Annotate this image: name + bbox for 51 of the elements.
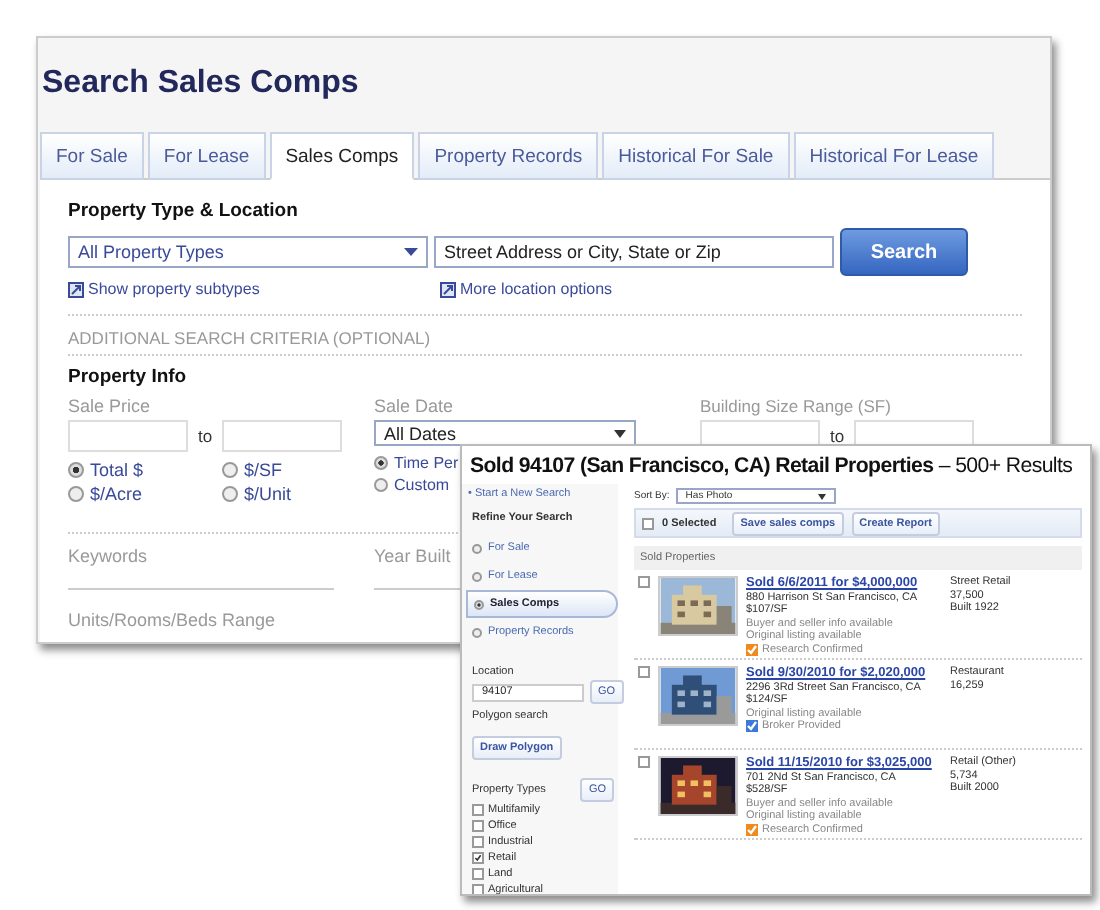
- field-label: Building Size Range (SF): [700, 396, 891, 416]
- link[interactable]: More location options: [460, 280, 613, 298]
- page-title: Search Sales Comps: [40, 64, 361, 104]
- field-label: Year Built: [374, 546, 451, 566]
- tab[interactable]: Historical For Lease: [793, 132, 995, 180]
- price-unit-radio[interactable]: $/Acre: [68, 484, 222, 504]
- tab[interactable]: Sales Comps: [269, 132, 415, 180]
- checkbox[interactable]: [638, 576, 650, 588]
- tab[interactable]: Property Records: [418, 132, 599, 180]
- location-field[interactable]: Street Address or City, State or Zip: [434, 236, 834, 268]
- tab[interactable]: Historical For Sale: [602, 132, 790, 180]
- tab[interactable]: For Lease: [147, 132, 266, 180]
- price-unit-radio[interactable]: $/SF: [222, 460, 376, 480]
- checkbox[interactable]: [638, 756, 650, 768]
- section-heading: Property Type & Location: [68, 200, 300, 222]
- price-unit-radio[interactable]: Total $: [68, 460, 222, 480]
- sale-date-radio[interactable]: Custom: [374, 476, 450, 494]
- tab[interactable]: For Sale: [40, 132, 144, 180]
- checkbox[interactable]: [638, 666, 650, 678]
- results-title: Sold 94107 (San Francisco, CA) Retail Properties – 500+ Results: [468, 452, 1075, 482]
- min-price-field[interactable]: [68, 420, 188, 452]
- field-label: Sale Date: [374, 396, 454, 416]
- checkbox[interactable]: [472, 820, 484, 832]
- field-label: Units/Rooms/Beds Range: [68, 610, 276, 630]
- check-icon: [746, 823, 758, 835]
- price-unit-radio[interactable]: $/Unit: [222, 484, 376, 504]
- field-label: Sale Price: [68, 396, 151, 416]
- max-price-field[interactable]: [222, 420, 343, 452]
- checkbox[interactable]: [472, 804, 484, 816]
- external-link-icon: [440, 281, 456, 297]
- caret-icon: [404, 248, 418, 256]
- checkbox[interactable]: [472, 836, 484, 848]
- field-label: Keywords: [68, 546, 148, 566]
- criteria-heading: ADDITIONAL SEARCH CRITERIA (OPTIONAL): [68, 328, 431, 348]
- sale-date-radio[interactable]: Time Per: [374, 454, 459, 472]
- range-separator: to: [198, 426, 213, 446]
- range-separator: to: [830, 426, 845, 446]
- search-button[interactable]: Search: [840, 228, 968, 276]
- checkbox[interactable]: [472, 868, 484, 880]
- external-link-icon: [68, 281, 84, 297]
- check-icon: [746, 720, 758, 732]
- caret-icon: [614, 429, 626, 437]
- link[interactable]: Show property subtypes: [88, 280, 260, 298]
- sale-date-select[interactable]: All Dates: [374, 420, 636, 446]
- check-icon: [746, 643, 758, 655]
- checkbox[interactable]: [642, 517, 654, 529]
- property-type-select[interactable]: All Property Types: [68, 236, 428, 268]
- checkbox[interactable]: [472, 852, 484, 864]
- section-heading: Property Info: [68, 366, 189, 388]
- checkbox[interactable]: [472, 884, 484, 894]
- caret-icon: [817, 493, 826, 499]
